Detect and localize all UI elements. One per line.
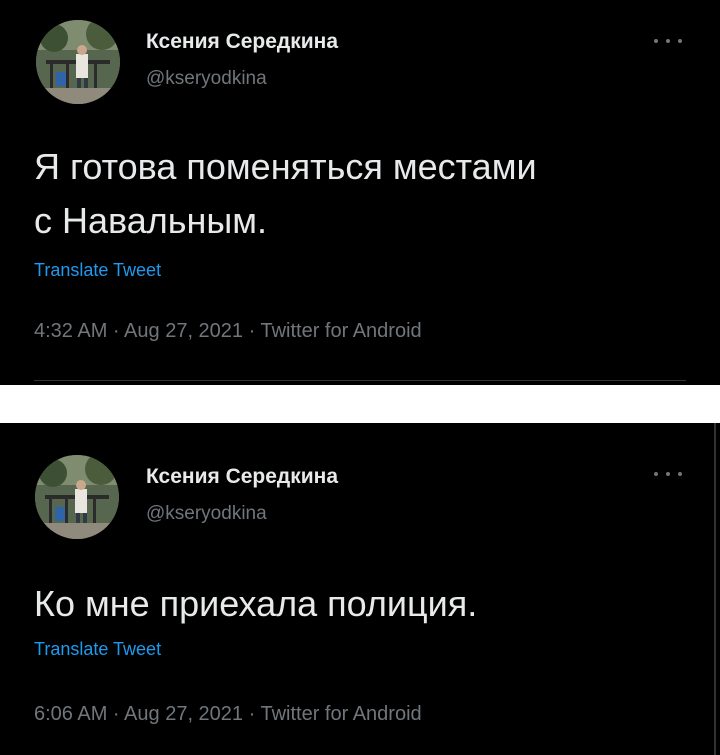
- author-name[interactable]: Ксения Середкина: [146, 465, 338, 489]
- avatar-photo: [35, 455, 119, 539]
- tweet-text: Я готова поменяться местами с Навальным.: [34, 146, 537, 241]
- translate-tweet-link[interactable]: Translate Tweet: [34, 260, 161, 281]
- more-options-icon[interactable]: [654, 36, 682, 46]
- dot: [654, 472, 658, 476]
- dot: [654, 39, 658, 43]
- dot: [678, 472, 682, 476]
- author-handle[interactable]: @kseryodkina: [146, 503, 267, 525]
- divider: [34, 380, 686, 381]
- translate-tweet-link[interactable]: Translate Tweet: [34, 639, 161, 660]
- avatar[interactable]: [35, 455, 119, 539]
- tweet-metadata: 4:32 AM · Aug 27, 2021 · Twitter for And…: [34, 320, 422, 342]
- author-handle[interactable]: @kseryodkina: [146, 68, 267, 90]
- avatar[interactable]: [36, 20, 120, 104]
- scrollbar-edge: [714, 423, 716, 755]
- more-options-icon[interactable]: [654, 469, 682, 479]
- tweet-text: Ко мне приехала полиция.: [34, 583, 478, 624]
- author-name[interactable]: Ксения Середкина: [146, 30, 338, 54]
- tweet-card: Ксения Середкина @kseryodkina Ко мне при…: [0, 423, 720, 755]
- avatar-photo: [36, 20, 120, 104]
- dot: [666, 472, 670, 476]
- dot: [666, 39, 670, 43]
- dot: [678, 39, 682, 43]
- tweet-metadata: 6:06 AM · Aug 27, 2021 · Twitter for And…: [34, 703, 422, 725]
- tweet-card: Ксения Середкина @kseryodkina Я готова п…: [0, 0, 720, 385]
